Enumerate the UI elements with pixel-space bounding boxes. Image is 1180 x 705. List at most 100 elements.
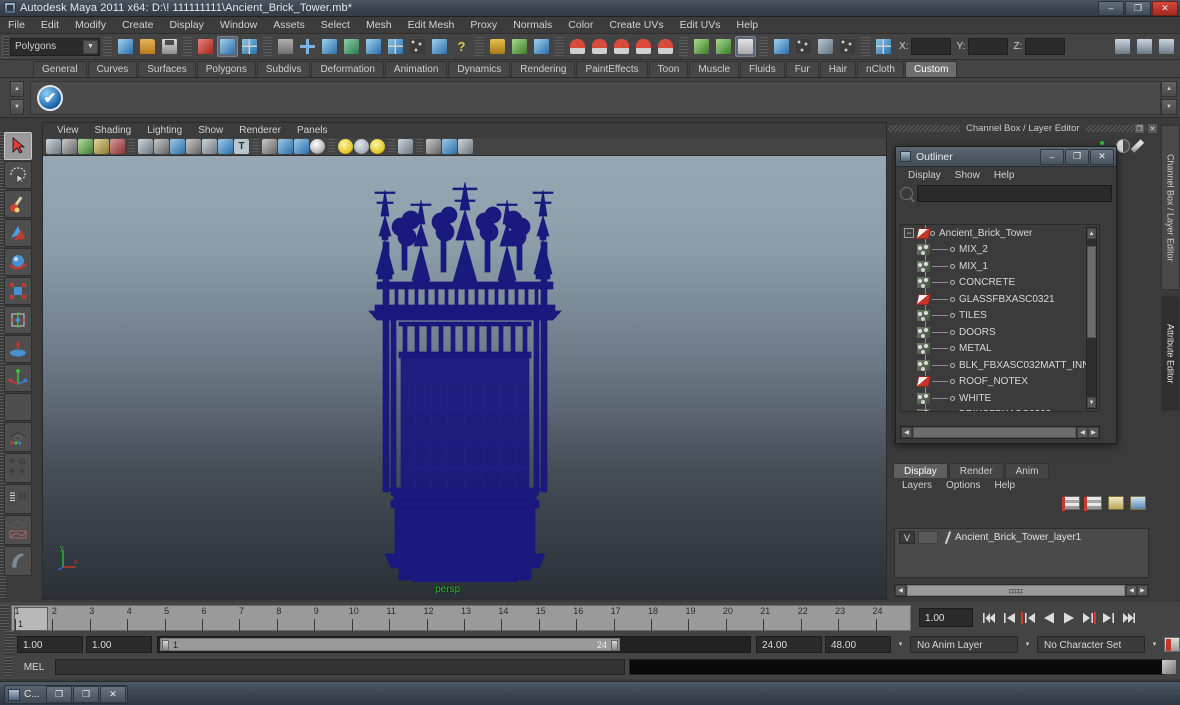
outliner-row[interactable]: TILES bbox=[901, 308, 1099, 325]
layer-hscroll-left-arrow[interactable]: ◀ bbox=[1126, 585, 1137, 596]
hscrollbar-thumb[interactable] bbox=[913, 427, 1076, 438]
layer-hscrollbar-thumb[interactable] bbox=[907, 585, 1125, 596]
anim-layer-selector[interactable]: No Anim Layer bbox=[910, 635, 1018, 653]
menu-color[interactable]: Color bbox=[560, 17, 601, 34]
scroll-up-button[interactable]: ▲ bbox=[1087, 228, 1096, 239]
step-back-keyframe-button[interactable] bbox=[1001, 610, 1017, 626]
outliner-row[interactable]: BRIKSFBXASC0329 bbox=[901, 407, 1099, 411]
outliner-row[interactable]: BLK_FBXASC032MATT_INN bbox=[901, 357, 1099, 374]
show-attribute-editor-button[interactable] bbox=[1112, 36, 1133, 57]
shelf-tab-custom[interactable]: Custom bbox=[904, 61, 958, 77]
shelf-tab-muscle[interactable]: Muscle bbox=[689, 61, 740, 77]
shelf-tab-subdivs[interactable]: Subdivs bbox=[256, 61, 311, 77]
menu-set-selector[interactable]: Polygons ▼ bbox=[10, 37, 100, 56]
shelf-tab-up-button[interactable]: ▲ bbox=[10, 80, 24, 97]
menu-create-uvs[interactable]: Create UVs bbox=[601, 17, 671, 34]
shelf-tab-surfaces[interactable]: Surfaces bbox=[138, 61, 196, 77]
new-scene-button[interactable] bbox=[115, 36, 136, 57]
open-scene-button[interactable] bbox=[137, 36, 158, 57]
hypershade-layout[interactable] bbox=[4, 546, 32, 576]
lock-selection-button[interactable] bbox=[487, 36, 508, 57]
anim-layer-chevron[interactable]: ▾ bbox=[1021, 635, 1034, 653]
animation-preferences-button[interactable] bbox=[1164, 636, 1180, 652]
minimize-button[interactable]: – bbox=[1098, 0, 1124, 16]
menu-window[interactable]: Window bbox=[212, 17, 265, 34]
maximize-button[interactable]: ❐ bbox=[1125, 0, 1151, 16]
mask-points-button[interactable] bbox=[297, 36, 318, 57]
show-manipulator-tool[interactable] bbox=[4, 364, 32, 392]
statusline-grip[interactable] bbox=[2, 35, 9, 58]
menu-modify[interactable]: Modify bbox=[67, 17, 114, 34]
new-light-layer-button[interactable] bbox=[1108, 496, 1124, 510]
outliner-horizontal-scrollbar[interactable]: ◀ ◀ ▶ bbox=[900, 426, 1100, 439]
shelf-tab-dynamics[interactable]: Dynamics bbox=[448, 61, 511, 77]
range-slider-grip[interactable] bbox=[5, 631, 14, 657]
viewport-share-icon[interactable] bbox=[458, 139, 473, 154]
image-plane-icon[interactable] bbox=[94, 139, 109, 154]
taskbar-maximize-button[interactable]: ❐ bbox=[73, 686, 99, 703]
script-editor-button[interactable] bbox=[1162, 660, 1176, 674]
shelf-tab-curves[interactable]: Curves bbox=[87, 61, 138, 77]
perspective-viewport[interactable]: y x persp bbox=[43, 156, 886, 599]
shelf-tab-down-button[interactable]: ▼ bbox=[10, 98, 24, 115]
menu-normals[interactable]: Normals bbox=[505, 17, 560, 34]
layer-hscroll-right-button[interactable]: ▶ bbox=[1137, 585, 1148, 596]
menu-edit-mesh[interactable]: Edit Mesh bbox=[400, 17, 463, 34]
select-tool[interactable] bbox=[4, 132, 32, 160]
persp-graph-layout[interactable] bbox=[4, 515, 32, 545]
mask-handles-button[interactable] bbox=[429, 36, 450, 57]
use-default-lighting-icon[interactable] bbox=[338, 139, 353, 154]
lasso-select-tool[interactable] bbox=[4, 161, 32, 189]
menu-file[interactable]: File bbox=[0, 17, 33, 34]
y-input[interactable] bbox=[968, 38, 1009, 55]
tab-render[interactable]: Render bbox=[948, 463, 1004, 478]
camera-attributes-icon[interactable] bbox=[62, 139, 77, 154]
tab-anim[interactable]: Anim bbox=[1004, 463, 1050, 478]
step-back-frame-button[interactable] bbox=[1021, 610, 1037, 626]
outliner-maximize-button[interactable]: ❐ bbox=[1065, 148, 1089, 165]
hscroll-left-button[interactable]: ◀ bbox=[901, 427, 912, 438]
outliner-menu-help[interactable]: Help bbox=[987, 170, 1022, 181]
save-scene-button[interactable] bbox=[159, 36, 180, 57]
hypershade-button[interactable] bbox=[837, 36, 858, 57]
command-line-grip[interactable] bbox=[4, 657, 13, 677]
single-perspective-layout[interactable] bbox=[4, 422, 32, 452]
shelf-tab-fur[interactable]: Fur bbox=[785, 61, 819, 77]
select-by-component-button[interactable] bbox=[239, 36, 260, 57]
viewport-menu-panels[interactable]: Panels bbox=[289, 125, 336, 136]
shelf-tab-hair[interactable]: Hair bbox=[819, 61, 857, 77]
layer-playback-toggle[interactable] bbox=[918, 530, 938, 544]
z-input[interactable] bbox=[1025, 38, 1066, 55]
exposure-icon[interactable] bbox=[218, 139, 233, 154]
character-set-chevron[interactable]: ▾ bbox=[1148, 635, 1161, 653]
output-connections-button[interactable] bbox=[713, 36, 734, 57]
ipr-render-button[interactable] bbox=[793, 36, 814, 57]
menu-help[interactable]: Help bbox=[729, 17, 767, 34]
mask-parm-points-button[interactable] bbox=[319, 36, 340, 57]
range-handle-left[interactable] bbox=[162, 639, 169, 651]
snap-to-curve-button[interactable] bbox=[589, 36, 610, 57]
shelf-tab-animation[interactable]: Animation bbox=[384, 61, 448, 77]
select-camera-icon[interactable] bbox=[46, 139, 61, 154]
expand-collapse-icon[interactable]: − bbox=[904, 228, 914, 239]
current-frame-field[interactable]: 1.00 bbox=[919, 608, 973, 627]
rotate-tool[interactable] bbox=[4, 248, 32, 276]
mask-pivots-button[interactable] bbox=[407, 36, 428, 57]
play-backwards-button[interactable] bbox=[1041, 610, 1057, 626]
menu-select[interactable]: Select bbox=[313, 17, 358, 34]
outliner-vertical-scrollbar[interactable]: ▲ ▼ bbox=[1086, 227, 1097, 409]
resolution-gate-icon[interactable] bbox=[170, 139, 185, 154]
outliner-tree[interactable]: − Ancient_Brick_Tower MIX_2 MIX_1 CONCRE… bbox=[900, 224, 1100, 412]
hscroll-left-arrow-button[interactable]: ◀ bbox=[1077, 427, 1088, 438]
smooth-shading-icon[interactable] bbox=[278, 139, 293, 154]
move-tool[interactable] bbox=[4, 219, 32, 247]
four-view-layout[interactable] bbox=[4, 453, 32, 483]
outliner-row[interactable]: WHITE bbox=[901, 390, 1099, 407]
text-overlay-icon[interactable]: T bbox=[234, 139, 249, 154]
high-quality-render-icon[interactable] bbox=[442, 139, 457, 154]
highlight-selection-button[interactable] bbox=[509, 36, 530, 57]
go-to-end-button[interactable] bbox=[1121, 610, 1137, 626]
shelf-scroll-down-button[interactable]: ▼ bbox=[1161, 98, 1177, 115]
range-slider-bar[interactable]: 1 24 bbox=[160, 637, 620, 651]
construction-history-button[interactable] bbox=[735, 36, 756, 57]
